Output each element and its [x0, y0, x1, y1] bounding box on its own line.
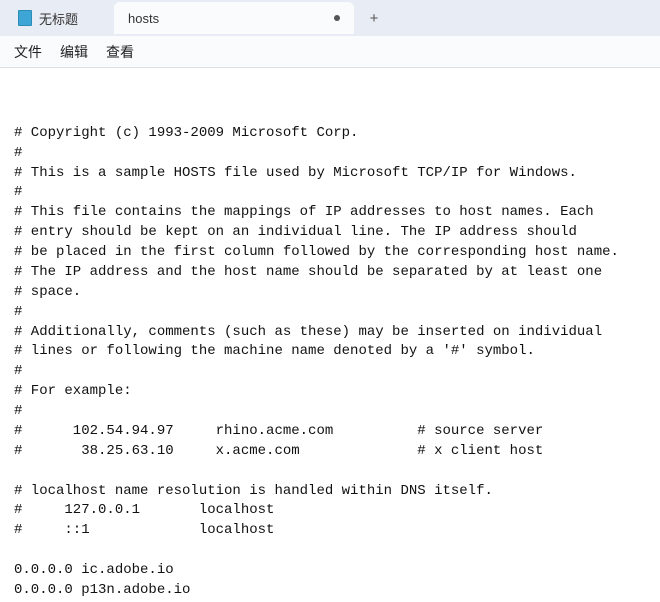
plus-icon: +	[370, 10, 379, 27]
editor-line: #	[14, 402, 646, 422]
editor-line: #	[14, 183, 646, 203]
editor-line: # For example:	[14, 382, 646, 402]
editor-line: # Copyright (c) 1993-2009 Microsoft Corp…	[14, 124, 646, 144]
menu-edit[interactable]: 编辑	[60, 42, 88, 62]
editor-line: #	[14, 362, 646, 382]
editor-line	[14, 541, 646, 561]
text-editor[interactable]: # Copyright (c) 1993-2009 Microsoft Corp…	[0, 68, 660, 602]
editor-line: # 102.54.94.97 rhino.acme.com # source s…	[14, 422, 646, 442]
editor-line: # The IP address and the host name shoul…	[14, 263, 646, 283]
editor-line: 0.0.0.0 p13n.adobe.io	[14, 581, 646, 601]
modified-indicator-icon	[334, 15, 340, 21]
editor-line	[14, 462, 646, 482]
menu-bar: 文件 编辑 查看	[0, 36, 660, 68]
menu-file[interactable]: 文件	[14, 42, 42, 62]
editor-line: # be placed in the first column followed…	[14, 243, 646, 263]
tab-hosts[interactable]: hosts	[114, 2, 354, 34]
editor-line: # ::1 localhost	[14, 521, 646, 541]
editor-line: # Additionally, comments (such as these)…	[14, 323, 646, 343]
tab-bar: 无标题 hosts +	[0, 0, 660, 36]
editor-line: # entry should be kept on an individual …	[14, 223, 646, 243]
editor-line: # space.	[14, 283, 646, 303]
tab-label: hosts	[128, 11, 159, 26]
editor-line: # This is a sample HOSTS file used by Mi…	[14, 164, 646, 184]
editor-line: # localhost name resolution is handled w…	[14, 482, 646, 502]
tab-untitled[interactable]: 无标题	[4, 2, 114, 34]
menu-view[interactable]: 查看	[106, 42, 134, 62]
editor-line: #	[14, 303, 646, 323]
tab-label: 无标题	[39, 9, 78, 28]
editor-line: # This file contains the mappings of IP …	[14, 203, 646, 223]
editor-line: #	[14, 144, 646, 164]
document-icon	[18, 10, 32, 26]
editor-line: # 38.25.63.10 x.acme.com # x client host	[14, 442, 646, 462]
editor-line: # 127.0.0.1 localhost	[14, 501, 646, 521]
new-tab-button[interactable]: +	[360, 4, 388, 32]
editor-line: 0.0.0.0 ic.adobe.io	[14, 561, 646, 581]
editor-line: # lines or following the machine name de…	[14, 342, 646, 362]
